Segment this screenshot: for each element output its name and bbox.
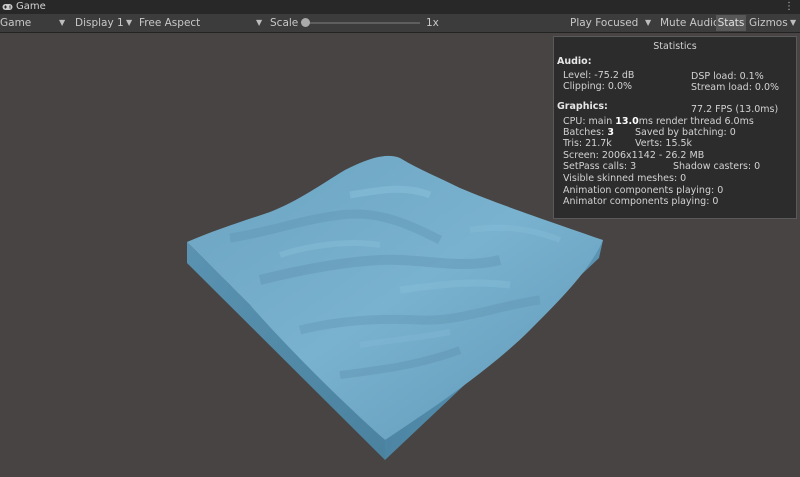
statistics-panel: Statistics Audio: Level: -75.2 dB DSP lo…	[553, 36, 797, 219]
chevron-down-icon[interactable]: ▼	[645, 14, 651, 32]
play-mode-label: Play Focused	[570, 17, 639, 29]
stats-label: Stats	[717, 17, 745, 29]
gizmos-label: Gizmos	[749, 17, 788, 29]
scale-value: 1x	[426, 17, 439, 29]
aspect-dropdown[interactable]: Free Aspect	[139, 14, 200, 32]
display-dropdown[interactable]: Display 1	[75, 14, 124, 32]
tris: Tris: 21.7k	[563, 138, 612, 149]
aspect-label: Free Aspect	[139, 17, 201, 29]
audio-clipping: Clipping: 0.0%	[563, 81, 633, 92]
play-mode-dropdown[interactable]: Play Focused	[570, 14, 638, 32]
game-view-toolbar: Game ▼ Display 1 ▼ Free Aspect ▼ Scale 1…	[0, 14, 800, 33]
scale-slider-handle[interactable]	[301, 18, 310, 27]
saved-by-batching: Saved by batching: 0	[635, 127, 736, 138]
stats-toggle[interactable]: Stats	[716, 15, 746, 31]
gamepad-icon	[2, 4, 13, 10]
batches-prefix: Batches:	[563, 127, 608, 138]
dsp-load: DSP load: 0.1%	[691, 71, 764, 82]
stream-load: Stream load: 0.0%	[691, 82, 780, 93]
cpu-suffix: ms render thread 6.0ms	[638, 116, 754, 127]
chevron-down-icon[interactable]: ▼	[126, 14, 132, 32]
batches-value: 3	[607, 127, 614, 138]
batches: Batches: 3	[563, 127, 614, 138]
mute-audio-toggle[interactable]: Mute Audio	[660, 14, 719, 32]
statistics-title: Statistics	[653, 41, 697, 52]
gizmos-dropdown[interactable]: Gizmos	[749, 14, 788, 32]
cpu-main-value: 13.0	[615, 116, 639, 127]
setpass-calls: SetPass calls: 3	[563, 161, 637, 172]
cpu-prefix: CPU: main	[563, 116, 616, 127]
graphics-heading: Graphics:	[557, 101, 608, 112]
shadow-casters: Shadow casters: 0	[673, 161, 761, 172]
view-mode-dropdown[interactable]: Game	[0, 14, 31, 32]
animator-components: Animator components playing: 0	[563, 196, 719, 207]
game-tab[interactable]: Game	[0, 0, 52, 14]
game-tab-label: Game	[16, 1, 46, 12]
visible-skinned-meshes: Visible skinned meshes: 0	[563, 173, 687, 184]
fps-readout: 77.2 FPS (13.0ms)	[691, 104, 779, 115]
chevron-down-icon[interactable]: ▼	[790, 14, 796, 32]
audio-level: Level: -75.2 dB	[563, 70, 635, 81]
verts: Verts: 15.5k	[635, 138, 693, 149]
kebab-menu-icon[interactable]: ⋮	[784, 0, 794, 14]
cpu-timing: CPU: main 13.0ms render thread 6.0ms	[563, 116, 754, 127]
chevron-down-icon[interactable]: ▼	[256, 14, 262, 32]
audio-heading: Audio:	[557, 56, 592, 67]
animation-components: Animation components playing: 0	[563, 185, 724, 196]
scale-slider-track[interactable]	[305, 22, 420, 24]
chevron-down-icon[interactable]: ▼	[59, 14, 65, 32]
window-titlebar: Game ⋮	[0, 0, 800, 14]
mute-audio-label: Mute Audio	[660, 17, 720, 29]
scale-label: Scale	[270, 17, 299, 29]
screen-info: Screen: 2006x1142 - 26.2 MB	[563, 150, 705, 161]
display-label: Display 1	[75, 17, 124, 29]
view-mode-label: Game	[0, 17, 32, 29]
